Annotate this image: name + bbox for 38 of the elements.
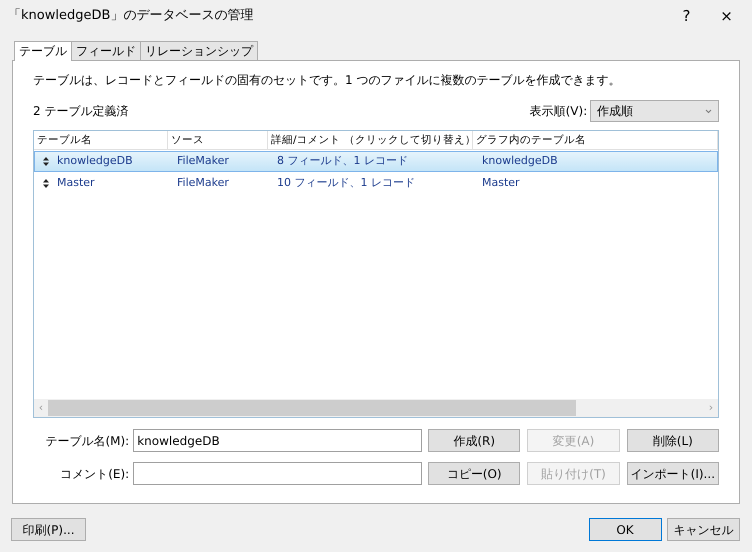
table-cell-text: FileMaker (176, 153, 230, 170)
window-title: 「knowledgeDB」のデータベースの管理 (8, 7, 254, 26)
tab[interactable]: フィールド (71, 41, 141, 60)
chevron-down-icon (705, 108, 712, 114)
table-cell-text: Master (57, 175, 95, 192)
action-button[interactable]: コピー(O) (428, 462, 520, 485)
print-button[interactable]: 印刷(P)... (11, 518, 86, 541)
column-header[interactable]: グラフ内のテーブル名 (473, 131, 718, 149)
help-button[interactable]: ? (666, 4, 706, 28)
table-cell-text: knowledgeDB (57, 153, 133, 170)
field-label: コメント(E): (59, 466, 130, 482)
column-header[interactable]: 詳細/コメント （クリックして切り替え） (268, 131, 473, 149)
table-cell-text: FileMaker (176, 175, 230, 192)
sort-label: 表示順(V): (530, 103, 588, 120)
cancel-button[interactable]: キャンセル (667, 518, 740, 541)
table-cell-text: 8 フィールド、1 レコード (276, 153, 409, 170)
column-header[interactable]: テーブル名 (34, 131, 168, 149)
table-cell-text: knowledgeDB (481, 153, 559, 170)
tab[interactable]: リレーションシップ (140, 41, 258, 60)
ok-button[interactable]: OK (588, 518, 662, 541)
input-field[interactable] (133, 462, 422, 485)
table-row[interactable]: Master FileMaker 10 フィールド、1 レコード Master (34, 173, 718, 194)
description-text: テーブルは、レコードとフィールドの固有のセットです。1 つのファイルに複数のテーブルを作成できます。 (33, 72, 622, 89)
sort-handle-icon[interactable] (43, 156, 51, 168)
close-button[interactable]: × (706, 4, 746, 28)
action-button[interactable]: インポート(I)... (626, 462, 719, 485)
action-button[interactable]: 作成(R) (428, 429, 520, 452)
tab[interactable]: テーブル (14, 41, 72, 61)
table-row[interactable]: knowledgeDB FileMaker 8 フィールド、1 レコード knowledgeDB (34, 151, 718, 172)
input-field[interactable]: knowledgeDB (133, 429, 422, 452)
table-cell-text: Master (481, 175, 521, 192)
sort-handle-icon[interactable] (43, 178, 51, 190)
sort-dropdown[interactable]: 作成順 (590, 100, 719, 122)
field-label: テーブル名(M): (44, 432, 130, 450)
table-count-label: 2 テーブル定義済 (33, 103, 130, 120)
table-cell-text: 10 フィールド、1 レコード (276, 175, 416, 192)
column-header[interactable]: ソース (168, 131, 268, 149)
action-button[interactable]: 削除(L) (626, 429, 719, 452)
